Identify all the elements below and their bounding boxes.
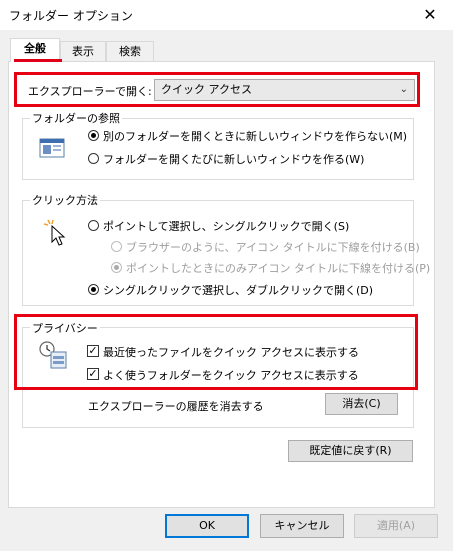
clear-history-button[interactable]: 消去(C) [325,393,398,415]
clear-history-label: エクスプローラーの履歴を消去する [88,400,264,413]
tab-label: 全般 [24,42,46,55]
tab-label: 検索 [119,45,141,58]
cancel-button[interactable]: キャンセル [260,514,344,538]
single-click-radio[interactable] [88,220,99,231]
window-title: フォルダー オプション [9,9,133,23]
browse-same-window-radio[interactable] [88,130,99,141]
pointer-icon [42,218,70,246]
window-icon [38,134,66,162]
close-button[interactable]: ✕ [413,2,447,28]
ok-button[interactable]: OK [165,514,249,538]
underline-hover-radio[interactable] [111,262,122,273]
underline-hover-label: ポイントしたときにのみアイコン タイトルに下線を付ける(P) [126,262,431,275]
restore-defaults-button[interactable]: 既定値に戻す(R) [288,440,413,462]
browse-legend: フォルダーの参照 [30,110,122,126]
tab-search[interactable]: 検索 [106,41,154,61]
double-click-radio[interactable] [88,284,99,295]
tab-view[interactable]: 表示 [60,41,106,61]
single-click-label: ポイントして選択し、シングルクリックで開く(S) [103,220,350,233]
browse-new-window-radio[interactable] [88,153,99,164]
browse-new-window-label: フォルダーを開くたびに新しいウィンドウを作る(W) [103,153,365,166]
highlight-box-open-with [14,72,420,107]
close-icon: ✕ [423,5,437,24]
browse-same-window-label: 別のフォルダーを開くときに新しいウィンドウを作らない(M) [103,130,408,143]
underline-always-label: ブラウザーのように、アイコン タイトルに下線を付ける(B) [126,241,420,254]
apply-button[interactable]: 適用(A) [354,514,438,538]
double-click-label: シングルクリックで選択し、ダブルクリックで開く(D) [103,284,374,297]
highlight-box-privacy [14,314,418,390]
tab-label: 表示 [72,45,94,58]
underline-always-radio[interactable] [111,241,122,252]
click-legend: クリック方法 [30,192,100,208]
tab-highlight [14,59,62,62]
